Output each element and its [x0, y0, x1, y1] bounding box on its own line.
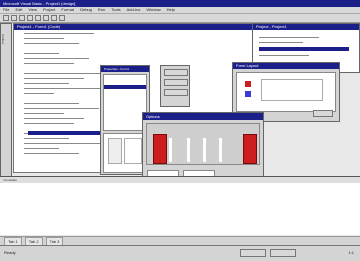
menu-item[interactable]: Run: [98, 7, 105, 13]
properties-titlebar: Properties - Form1: [101, 66, 149, 72]
code-line: [24, 83, 69, 84]
properties-list[interactable]: [103, 74, 147, 131]
code-line: [24, 38, 64, 39]
code-line: [24, 103, 79, 104]
dialog-graph-area: [146, 123, 260, 165]
tool-button-3[interactable]: [164, 89, 188, 96]
code-line: [24, 43, 79, 44]
status-left: Ready: [4, 250, 16, 255]
paste-button[interactable]: [43, 15, 49, 21]
code-line: [24, 113, 64, 114]
app-titlebar: Microsoft Visual Basic - Project1 [desig…: [0, 0, 360, 7]
new-project-button[interactable]: [3, 15, 9, 21]
immediate-window[interactable]: Immediate: [0, 176, 360, 235]
code-line: [24, 108, 99, 109]
small-tool-panel: [160, 65, 190, 107]
run-button[interactable]: [51, 15, 57, 21]
project-explorer-title: Project - Project1: [256, 24, 287, 29]
tool-button-2[interactable]: [164, 79, 188, 86]
status-panel-2: [270, 249, 296, 257]
code-line: [24, 148, 59, 149]
stop-button[interactable]: [59, 15, 65, 21]
tool-button-1[interactable]: [164, 69, 188, 76]
code-line: [24, 63, 74, 64]
code-line: [24, 143, 109, 144]
code-line: [24, 73, 104, 74]
app-title: Microsoft Visual Basic - Project1 [desig…: [3, 1, 76, 6]
menu-bar: File Edit View Project Format Debug Run Tools Ad…: [0, 7, 360, 14]
status-right: 1:1: [348, 250, 354, 255]
code-window-title: Project1 - Form1 (Code): [17, 24, 61, 29]
menu-item[interactable]: File: [3, 7, 9, 13]
form-layout-titlebar: Form Layout: [233, 63, 339, 69]
code-line: [24, 138, 69, 139]
menu-item[interactable]: View: [28, 7, 37, 13]
menu-item[interactable]: Debug: [80, 7, 92, 13]
menu-item[interactable]: Help: [167, 7, 175, 13]
form-layout-area[interactable]: [236, 72, 336, 112]
cut-button[interactable]: [27, 15, 33, 21]
menu-item[interactable]: Project: [43, 7, 55, 13]
code-line: [24, 33, 94, 34]
immediate-title: Immediate: [0, 177, 360, 183]
menu-item[interactable]: Edit: [15, 7, 22, 13]
selected-project-item[interactable]: [259, 47, 349, 51]
open-button[interactable]: [11, 15, 17, 21]
form-layout-title: Form Layout: [236, 63, 259, 68]
code-line: [24, 93, 54, 94]
copy-button[interactable]: [35, 15, 41, 21]
code-line: [24, 123, 74, 124]
status-bar: Ready 1:1: [0, 245, 360, 261]
dialog-titlebar: Options: [143, 113, 263, 120]
bottom-tabs: Tab 1 Tab 2 Tab 3: [0, 236, 360, 247]
toolbar: [0, 14, 360, 23]
save-button[interactable]: [19, 15, 25, 21]
properties-grid[interactable]: [103, 133, 147, 173]
menu-item[interactable]: Window: [146, 7, 160, 13]
menu-item[interactable]: Tools: [111, 7, 120, 13]
properties-title: Properties - Form1: [104, 67, 130, 71]
menu-item[interactable]: Format: [61, 7, 74, 13]
code-line: [24, 118, 84, 119]
menu-item[interactable]: Add-Ins: [127, 7, 141, 13]
form-layout-ok-button[interactable]: [313, 110, 333, 117]
code-line: [24, 58, 89, 59]
code-line: [24, 53, 59, 54]
code-line: [24, 153, 79, 154]
code-line: [24, 78, 84, 79]
dialog-title: Options: [146, 114, 160, 119]
toolbox-title: Toolbox: [1, 34, 5, 45]
status-panel-1: [240, 249, 266, 257]
